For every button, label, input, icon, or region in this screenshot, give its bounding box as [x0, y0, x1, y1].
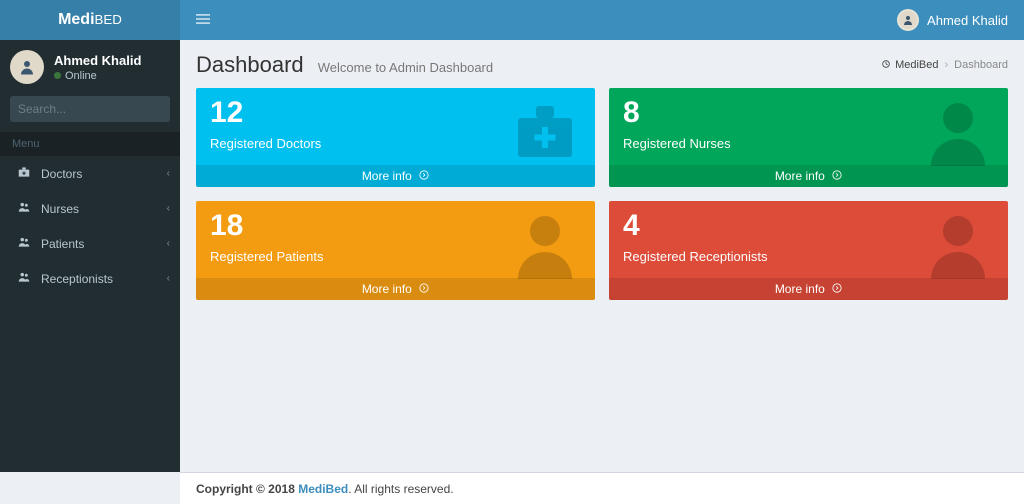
breadcrumb-home[interactable]: MediBed — [881, 59, 938, 72]
avatar-icon — [897, 9, 919, 31]
users-icon — [15, 200, 33, 217]
card-value: 4 — [623, 209, 994, 243]
footer-suffix: . All rights reserved. — [348, 482, 453, 496]
top-navbar: Ahmed Khalid — [180, 0, 1024, 40]
stats-row-1: 12 Registered Doctors More info 8 Regist… — [196, 88, 1008, 187]
chevron-left-icon: ‹ — [167, 203, 170, 214]
main-footer: Copyright © 2018 MediBed. All rights res… — [180, 472, 1024, 504]
dashboard-icon — [881, 59, 891, 72]
bars-icon — [196, 13, 210, 29]
page-subtitle: Welcome to Admin Dashboard — [318, 60, 493, 75]
breadcrumb-current: Dashboard — [954, 59, 1008, 71]
chevron-left-icon: ‹ — [167, 238, 170, 249]
card-more-link[interactable]: More info — [609, 278, 1008, 300]
sidebar-user-name: Ahmed Khalid — [54, 53, 141, 68]
page-title: Dashboard Welcome to Admin Dashboard — [196, 52, 493, 78]
arrow-right-circle-icon — [832, 169, 842, 183]
card-more-link[interactable]: More info — [196, 278, 595, 300]
card-doctors: 12 Registered Doctors More info — [196, 88, 595, 187]
arrow-right-circle-icon — [419, 169, 429, 183]
sidebar-nav: Doctors ‹ Nurses ‹ Patients ‹ — [0, 156, 180, 296]
arrow-right-circle-icon — [832, 282, 842, 296]
card-label: Registered Nurses — [623, 136, 994, 151]
card-label: Registered Receptionists — [623, 249, 994, 264]
online-dot-icon — [54, 72, 61, 79]
content-header: Dashboard Welcome to Admin Dashboard Med… — [196, 52, 1008, 78]
menu-heading: Menu — [0, 132, 180, 156]
footer-brand-link[interactable]: MediBed — [298, 482, 348, 496]
header-user-name: Ahmed Khalid — [927, 13, 1008, 28]
sidebar-item-doctors[interactable]: Doctors ‹ — [0, 156, 180, 191]
main-header: MediBED Ahmed Khalid — [0, 0, 1024, 40]
footer-copyright: Copyright © 2018 — [196, 482, 298, 496]
breadcrumb: MediBed › Dashboard — [881, 59, 1008, 72]
chevron-left-icon: ‹ — [167, 273, 170, 284]
card-patients: 18 Registered Patients More info — [196, 201, 595, 300]
users-icon — [15, 235, 33, 252]
card-more-link[interactable]: More info — [609, 165, 1008, 187]
arrow-right-circle-icon — [419, 282, 429, 296]
card-more-link[interactable]: More info — [196, 165, 595, 187]
sidebar-user-status: Online — [54, 70, 141, 82]
sidebar-item-label: Patients — [41, 237, 84, 251]
user-menu[interactable]: Ahmed Khalid — [897, 9, 1008, 31]
breadcrumb-separator: › — [945, 59, 949, 71]
chevron-left-icon: ‹ — [167, 168, 170, 179]
card-value: 12 — [210, 96, 581, 130]
card-label: Registered Patients — [210, 249, 581, 264]
sidebar-item-label: Doctors — [41, 167, 82, 181]
sidebar-item-patients[interactable]: Patients ‹ — [0, 226, 180, 261]
sidebar-item-receptionists[interactable]: Receptionists ‹ — [0, 261, 180, 296]
card-nurses: 8 Registered Nurses More info — [609, 88, 1008, 187]
stats-row-2: 18 Registered Patients More info 4 Regis… — [196, 201, 1008, 300]
users-icon — [15, 270, 33, 287]
sidebar-search — [0, 96, 180, 132]
brand-bold: Medi — [58, 11, 94, 28]
card-value: 8 — [623, 96, 994, 130]
briefcase-icon — [15, 165, 33, 182]
card-value: 18 — [210, 209, 581, 243]
brand-light: BED — [95, 12, 122, 27]
sidebar-item-label: Nurses — [41, 202, 79, 216]
card-receptionists: 4 Registered Receptionists More info — [609, 201, 1008, 300]
avatar-icon — [10, 50, 44, 84]
card-label: Registered Doctors — [210, 136, 581, 151]
content-area: Dashboard Welcome to Admin Dashboard Med… — [180, 40, 1024, 472]
sidebar-user-panel: Ahmed Khalid Online — [0, 40, 180, 96]
brand-logo[interactable]: MediBED — [0, 0, 180, 40]
sidebar: Ahmed Khalid Online Menu Doctors — [0, 40, 180, 472]
sidebar-item-nurses[interactable]: Nurses ‹ — [0, 191, 180, 226]
sidebar-toggle-button[interactable] — [196, 12, 210, 29]
sidebar-item-label: Receptionists — [41, 272, 113, 286]
search-input[interactable] — [10, 96, 170, 122]
